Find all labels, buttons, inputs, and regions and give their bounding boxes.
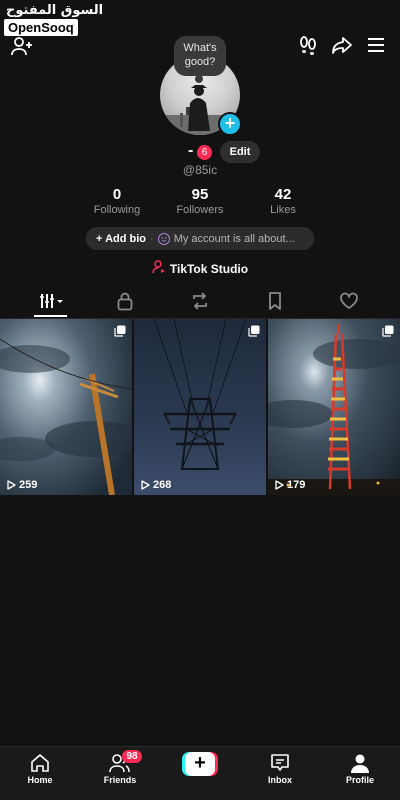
tab-reposts[interactable]: [185, 291, 215, 315]
name-row: - 6 Edit: [0, 141, 400, 163]
menu-icon[interactable]: [364, 33, 388, 57]
tab-liked[interactable]: [334, 291, 364, 315]
lock-icon: [116, 291, 134, 316]
nav-profile[interactable]: Profile: [330, 753, 390, 785]
play-icon: [7, 480, 16, 490]
tab-videos[interactable]: [36, 291, 66, 315]
view-count-value: 259: [19, 479, 38, 491]
nav-inbox-label: Inbox: [268, 775, 292, 785]
tab-private[interactable]: [110, 291, 140, 315]
photo-mode-icon: [248, 324, 260, 337]
smile-icon: [157, 232, 170, 245]
stat-likes[interactable]: 42 Likes: [243, 186, 323, 218]
add-friend-icon[interactable]: [10, 34, 34, 58]
utility-pole-image: [0, 319, 132, 495]
transmission-tower-image: [134, 319, 266, 495]
stat-likes-value: 42: [274, 186, 292, 203]
content-tabs: [0, 288, 400, 318]
share-icon[interactable]: [330, 33, 354, 57]
video-grid: 259 268 179: [0, 319, 400, 495]
repost-icon: [190, 291, 210, 316]
tab-saved[interactable]: [260, 291, 290, 315]
home-icon: [31, 754, 49, 772]
heart-icon: [339, 292, 359, 315]
nav-home[interactable]: Home: [10, 753, 70, 785]
stat-followers-label: Followers: [176, 204, 224, 216]
video-thumbnail[interactable]: 259: [0, 319, 132, 495]
bio-separator: ·: [150, 232, 154, 245]
friends-badge: 98: [122, 750, 142, 763]
create-button[interactable]: +: [182, 752, 218, 776]
view-count-value: 179: [287, 479, 306, 491]
thought-bubble-tail: [195, 75, 203, 83]
footprints-icon[interactable]: [296, 33, 320, 57]
view-count-value: 268: [153, 479, 172, 491]
stat-following[interactable]: 0 Following: [77, 186, 157, 218]
view-count: 268: [140, 479, 171, 491]
studio-label: TikTok Studio: [169, 261, 249, 276]
opensooq-watermark: السوق المفتوح OpenSooq: [4, 2, 103, 37]
profile-stats: 0 Following 95 Followers 42 Likes: [0, 186, 400, 218]
play-icon: [141, 480, 150, 490]
nav-inbox[interactable]: Inbox: [250, 753, 310, 785]
nav-home-label: Home: [27, 775, 53, 785]
video-thumbnail[interactable]: 268: [134, 319, 266, 495]
bottom-navigation: Home Friends 98 + Inbox Profile: [0, 746, 400, 800]
view-count: 179: [274, 479, 305, 491]
active-tab-indicator: [34, 315, 67, 317]
thought-bubble[interactable]: What's good?: [174, 36, 226, 76]
stat-likes-label: Likes: [270, 204, 296, 216]
notification-badge: 6: [197, 145, 212, 160]
edit-profile-button[interactable]: Edit: [220, 141, 260, 163]
inbox-icon: [271, 754, 289, 771]
view-count: 259: [6, 479, 37, 491]
nav-profile-label: Profile: [345, 775, 374, 785]
watermark-english: OpenSooq: [4, 19, 78, 36]
stat-following-value: 0: [112, 186, 122, 203]
bookmark-icon: [267, 291, 283, 316]
play-icon: [275, 480, 284, 490]
profile-icon: [351, 754, 369, 773]
stat-following-label: Following: [93, 204, 141, 216]
add-bio-label: + Add bio: [96, 232, 147, 245]
username: @85ic: [182, 163, 218, 177]
bio-placeholder: My account is all about...: [173, 232, 295, 245]
nav-friends-label: Friends: [103, 775, 137, 785]
videos-grid-icon: [37, 292, 65, 315]
tiktok-studio-link[interactable]: TikTok Studio: [0, 260, 400, 277]
studio-icon: [152, 260, 166, 277]
top-actions: [296, 33, 388, 57]
add-avatar-button[interactable]: +: [218, 112, 242, 136]
stat-followers[interactable]: 95 Followers: [160, 186, 240, 218]
plus-icon: +: [185, 752, 215, 776]
telecom-tower-image: [268, 319, 400, 495]
photo-mode-icon: [114, 324, 126, 337]
add-bio-button[interactable]: + Add bio · My account is all about...: [86, 227, 314, 250]
video-thumbnail[interactable]: 179: [268, 319, 400, 495]
stat-followers-value: 95: [191, 186, 209, 203]
watermark-arabic: السوق المفتوح: [6, 3, 104, 18]
photo-mode-icon: [382, 324, 394, 337]
display-name: -: [188, 142, 194, 159]
